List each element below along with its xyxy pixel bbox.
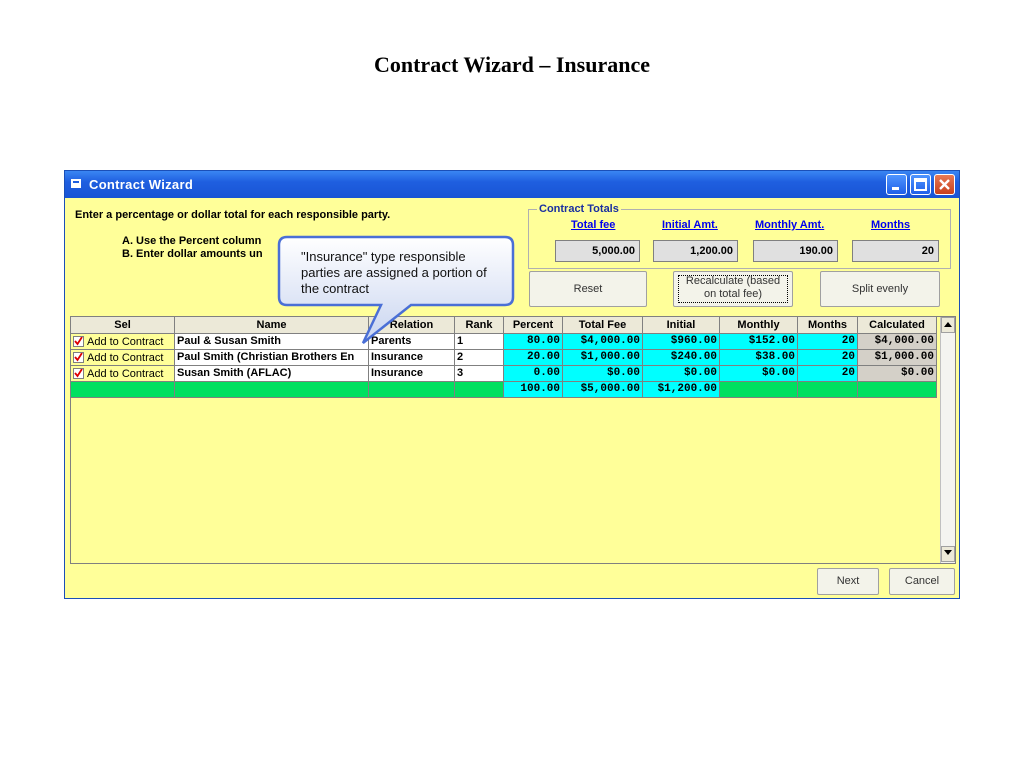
total-fee-link[interactable]: Total fee (571, 219, 615, 231)
monthly-cell[interactable]: $152.00 (720, 334, 798, 350)
reset-button[interactable]: Reset (529, 271, 647, 307)
minimize-icon (892, 187, 899, 190)
recalculate-button[interactable]: Recalculate (based on total fee) (673, 271, 793, 307)
scroll-up-icon (944, 322, 952, 327)
cancel-button[interactable]: Cancel (889, 568, 955, 595)
totals-row-relation (369, 382, 455, 398)
checkbox-checked-icon[interactable] (73, 336, 84, 347)
relation-cell[interactable]: Parents (369, 334, 455, 350)
contract-wizard-window: Contract Wizard Enter a percentage or do… (64, 170, 960, 599)
sel-cell[interactable]: Add to Contract (71, 350, 175, 366)
col-header-initial[interactable]: Initial (643, 317, 720, 334)
months-field[interactable]: 20 (852, 240, 939, 262)
totals-row-monthly (720, 382, 798, 398)
instruction-line-2: A. Use the Percent column (122, 235, 262, 247)
initial-cell[interactable]: $0.00 (643, 366, 720, 382)
monthly-cell[interactable]: $0.00 (720, 366, 798, 382)
contract-totals-legend: Contract Totals (537, 203, 621, 215)
rank-cell[interactable]: 1 (455, 334, 504, 350)
col-header-total-fee[interactable]: Total Fee (563, 317, 643, 334)
checkbox-checked-icon[interactable] (73, 368, 84, 379)
maximize-button[interactable] (910, 174, 931, 195)
calculated-cell: $0.00 (858, 366, 937, 382)
minimize-button[interactable] (886, 174, 907, 195)
sel-label: Add to Contract (87, 336, 164, 348)
initial-amt-field[interactable]: 1,200.00 (653, 240, 738, 262)
app-icon (71, 179, 81, 188)
total-fee-field[interactable]: 5,000.00 (555, 240, 640, 262)
instruction-line-3: B. Enter dollar amounts un (122, 248, 263, 260)
totals-row-name (175, 382, 369, 398)
totals-row-months (798, 382, 858, 398)
totals-row-initial: $1,200.00 (643, 382, 720, 398)
name-cell[interactable]: Susan Smith (AFLAC) (175, 366, 369, 382)
totals-row-percent: 100.00 (504, 382, 563, 398)
responsible-party-grid[interactable]: Sel Name Relation Rank Percent Total Fee… (70, 316, 956, 564)
monthly-cell[interactable]: $38.00 (720, 350, 798, 366)
total-fee-cell[interactable]: $0.00 (563, 366, 643, 382)
name-cell[interactable]: Paul & Susan Smith (175, 334, 369, 350)
slide-title: Contract Wizard – Insurance (373, 52, 650, 77)
rank-cell[interactable]: 3 (455, 366, 504, 382)
calculated-cell: $1,000.00 (858, 350, 937, 366)
title-bar[interactable]: Contract Wizard (65, 171, 959, 198)
sel-cell[interactable]: Add to Contract (71, 334, 175, 350)
close-icon (939, 179, 950, 190)
window-title: Contract Wizard (89, 177, 194, 192)
split-evenly-button[interactable]: Split evenly (820, 271, 940, 307)
percent-cell[interactable]: 80.00 (504, 334, 563, 350)
maximize-icon (914, 178, 927, 191)
sel-label: Add to Contract (87, 352, 164, 364)
initial-cell[interactable]: $960.00 (643, 334, 720, 350)
total-fee-cell[interactable]: $1,000.00 (563, 350, 643, 366)
initial-amt-link[interactable]: Initial Amt. (662, 219, 718, 231)
col-header-sel[interactable]: Sel (71, 317, 175, 334)
col-header-months[interactable]: Months (798, 317, 858, 334)
months-cell[interactable]: 20 (798, 366, 858, 382)
monthly-amt-field[interactable]: 190.00 (753, 240, 838, 262)
months-cell[interactable]: 20 (798, 350, 858, 366)
close-button[interactable] (934, 174, 955, 195)
next-button[interactable]: Next (817, 568, 879, 595)
relation-cell[interactable]: Insurance (369, 350, 455, 366)
name-cell[interactable]: Paul Smith (Christian Brothers En (175, 350, 369, 366)
totals-row-total-fee: $5,000.00 (563, 382, 643, 398)
totals-row-calculated (858, 382, 937, 398)
instruction-line-1: Enter a percentage or dollar total for e… (75, 209, 391, 221)
rank-cell[interactable]: 2 (455, 350, 504, 366)
col-header-monthly[interactable]: Monthly (720, 317, 798, 334)
vertical-scrollbar[interactable] (940, 317, 955, 563)
percent-cell[interactable]: 0.00 (504, 366, 563, 382)
percent-cell[interactable]: 20.00 (504, 350, 563, 366)
col-header-calculated[interactable]: Calculated (858, 317, 937, 334)
calculated-cell: $4,000.00 (858, 334, 937, 350)
scroll-down-button[interactable] (941, 546, 955, 562)
months-link[interactable]: Months (871, 219, 910, 231)
callout-text: "Insurance" type responsible parties are… (301, 249, 487, 296)
sel-cell[interactable]: Add to Contract (71, 366, 175, 382)
sel-label: Add to Contract (87, 368, 164, 380)
total-fee-cell[interactable]: $4,000.00 (563, 334, 643, 350)
focus-rectangle (678, 275, 788, 303)
months-cell[interactable]: 20 (798, 334, 858, 350)
totals-row-sel (71, 382, 175, 398)
scroll-up-button[interactable] (941, 317, 955, 333)
totals-row-rank (455, 382, 504, 398)
relation-cell[interactable]: Insurance (369, 366, 455, 382)
monthly-amt-link[interactable]: Monthly Amt. (755, 219, 824, 231)
scroll-down-icon (944, 550, 952, 555)
checkbox-checked-icon[interactable] (73, 352, 84, 363)
initial-cell[interactable]: $240.00 (643, 350, 720, 366)
